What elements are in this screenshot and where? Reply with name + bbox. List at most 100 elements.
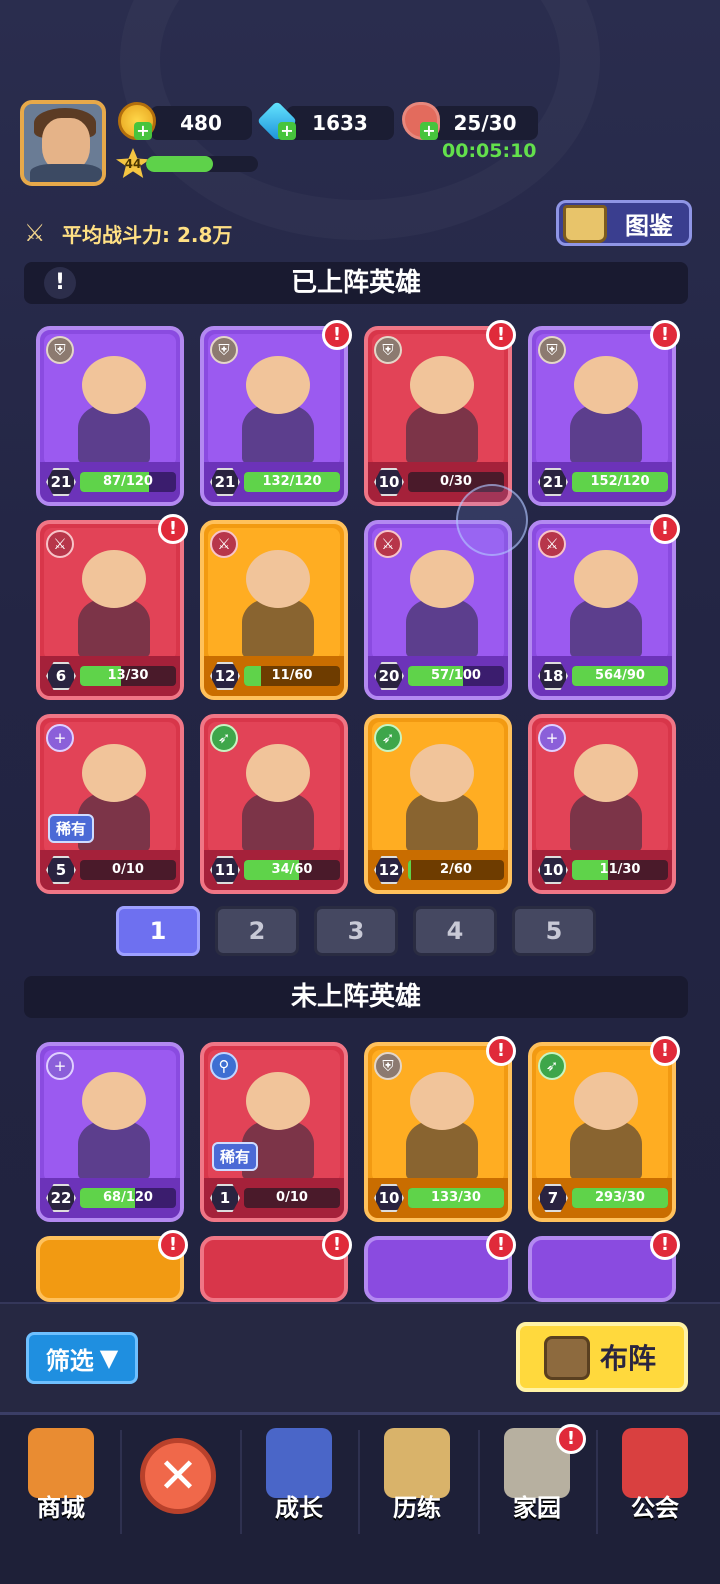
page-button-4[interactable]: 4	[413, 906, 497, 956]
alert-badge-icon: !	[486, 1230, 516, 1260]
hero-head	[82, 356, 146, 414]
nav-item-map[interactable]: 历练	[362, 1420, 472, 1540]
hero-level: 6	[46, 662, 76, 690]
hero-level: 21	[46, 468, 76, 496]
hero-shard-text: 564/90	[595, 668, 645, 683]
hero-head	[246, 550, 310, 608]
formation-button[interactable]: 布阵	[516, 1322, 688, 1392]
hero-level: 7	[538, 1184, 568, 1212]
hero-card[interactable]: ⚔ 12 11/60	[200, 520, 348, 700]
nav-label: 商城	[37, 1494, 85, 1522]
nav-separator	[596, 1430, 598, 1534]
nav-item-shop[interactable]: 商城	[6, 1420, 116, 1540]
hero-head	[82, 744, 146, 802]
hero-head	[410, 550, 474, 608]
hero-head	[410, 1072, 474, 1130]
average-power-label: 平均战斗力: 2.8万	[62, 222, 233, 247]
alert-badge-icon: !	[650, 1230, 680, 1260]
nav-label: 家园	[513, 1494, 561, 1522]
hero-shard-bar: 2/60	[408, 860, 504, 880]
sword-class-icon: ⚔	[374, 530, 402, 558]
stamina-timer: 00:05:10	[442, 140, 537, 162]
hero-shard-text: 57/100	[431, 668, 481, 683]
hero-shard-text: 0/10	[112, 862, 144, 877]
hero-shard-text: 132/120	[262, 474, 322, 489]
hero-card[interactable]: ⛨ 10 133/30	[364, 1042, 512, 1222]
hero-card[interactable]: ⛨ 21 132/120	[200, 326, 348, 506]
alert-badge-icon: !	[650, 514, 680, 544]
player-xp-fill	[146, 156, 214, 172]
hero-shard-bar: 0/10	[80, 860, 176, 880]
undeployed-heroes-title: 未上阵英雄	[290, 982, 421, 1012]
hero-card[interactable]: + 稀有 5 0/10	[36, 714, 184, 894]
hero-shard-bar: 133/30	[408, 1188, 504, 1208]
hero-level: 22	[46, 1184, 76, 1212]
hero-shard-bar: 11/30	[572, 860, 668, 880]
hero-shard-bar: 11/60	[244, 666, 340, 686]
nav-label: 历练	[393, 1494, 441, 1522]
bow-class-icon: ➶	[538, 1052, 566, 1080]
page-button-1[interactable]: 1	[116, 906, 200, 956]
hero-card[interactable]: ⛨ 10 0/30	[364, 326, 512, 506]
page-button-2[interactable]: 2	[215, 906, 299, 956]
hero-footer: 11 34/60	[204, 850, 344, 890]
hero-card[interactable]: +10 11/30	[528, 714, 676, 894]
hero-head	[246, 1072, 310, 1130]
hero-level: 21	[210, 468, 240, 496]
hero-card[interactable]: ⚔ 6 13/30	[36, 520, 184, 700]
hero-card[interactable]: +22 68/120	[36, 1042, 184, 1222]
sword-class-icon: ⚔	[46, 530, 74, 558]
hero-level: 21	[538, 468, 568, 496]
gem-counter: 1633	[286, 106, 394, 140]
add-stamina-icon[interactable]: +	[420, 122, 438, 140]
hero-level: 10	[374, 468, 404, 496]
hero-shard-bar: 13/30	[80, 666, 176, 686]
stamina-counter: 25/30	[432, 106, 538, 140]
hero-footer: 18 564/90	[532, 656, 672, 696]
hero-footer: 12 2/60	[368, 850, 508, 890]
hero-card[interactable]: ⛨ 21 87/120	[36, 326, 184, 506]
nav-item-guild[interactable]: 公会	[600, 1420, 710, 1540]
hero-level: 12	[374, 856, 404, 884]
atlas-button[interactable]: 图鉴	[556, 200, 692, 246]
hero-card[interactable]: ⚲ 稀有 1 0/10	[200, 1042, 348, 1222]
add-gold-icon[interactable]: +	[134, 122, 152, 140]
alert-badge-icon: !	[486, 320, 516, 350]
filter-button[interactable]: 筛选 ▼	[26, 1332, 138, 1384]
hero-shard-text: 11/60	[271, 668, 313, 683]
nav-separator	[120, 1430, 122, 1534]
shield-class-icon: ⛨	[374, 336, 402, 364]
hero-card[interactable]: ⚔ 18 564/90	[528, 520, 676, 700]
hero-shard-text: 11/30	[599, 862, 641, 877]
add-gem-icon[interactable]: +	[278, 122, 296, 140]
hero-footer: 20 57/100	[368, 656, 508, 696]
hero-shard-bar: 132/120	[244, 472, 340, 492]
nav-item-growth[interactable]: 成长	[244, 1420, 354, 1540]
info-alert-icon[interactable]: !	[44, 267, 76, 299]
hero-shard-bar: 0/10	[244, 1188, 340, 1208]
player-avatar[interactable]	[20, 100, 106, 186]
hero-head	[574, 744, 638, 802]
hero-footer: 6 13/30	[40, 656, 180, 696]
close-icon[interactable]: ✕	[140, 1438, 216, 1514]
hero-head	[574, 356, 638, 414]
bow-class-icon: ➶	[374, 724, 402, 752]
hero-footer: 7 293/30	[532, 1178, 672, 1218]
hero-head	[574, 1072, 638, 1130]
hero-card[interactable]: ➶ 7 293/30	[528, 1042, 676, 1222]
hero-shard-bar: 564/90	[572, 666, 668, 686]
page-button-5[interactable]: 5	[512, 906, 596, 956]
hero-card[interactable]: ⛨ 21 152/120	[528, 326, 676, 506]
gold-counter: 480	[150, 106, 252, 140]
hero-level: 20	[374, 662, 404, 690]
page-button-3[interactable]: 3	[314, 906, 398, 956]
hero-card[interactable]: ➶ 11 34/60	[200, 714, 348, 894]
plus-class-icon: +	[46, 1052, 74, 1080]
hero-level: 5	[46, 856, 76, 884]
hero-footer: 5 0/10	[40, 850, 180, 890]
hero-card[interactable]: ➶ 12 2/60	[364, 714, 512, 894]
shield-class-icon: ⛨	[46, 336, 74, 364]
hero-level: 11	[210, 856, 240, 884]
plus-class-icon: +	[538, 724, 566, 752]
hero-shard-text: 293/30	[595, 1190, 645, 1205]
